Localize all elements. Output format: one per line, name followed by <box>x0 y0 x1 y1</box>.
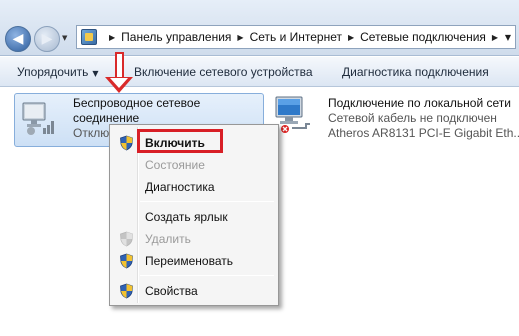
menu-item-rename-label: Переименовать <box>145 254 233 268</box>
uac-shield-icon <box>120 135 133 151</box>
control-panel-icon <box>81 29 97 45</box>
enable-device-button[interactable]: Включение сетевого устройства <box>134 65 313 79</box>
menu-separator <box>140 201 274 202</box>
wireless-connection-title-line2: соединение <box>73 111 140 125</box>
menu-item-status-label: Состояние <box>145 158 205 172</box>
back-button[interactable]: ◀ <box>5 26 31 52</box>
diagnose-connection-button[interactable]: Диагностика подключения <box>342 65 489 79</box>
lan-connection-item[interactable]: Подключение по локальной сети Сетевой ка… <box>270 93 519 149</box>
recent-pages-dropdown[interactable]: ▼ <box>62 34 72 44</box>
lan-connection-status: Сетевой кабель не подключен <box>328 111 497 125</box>
chevron-down-icon: ▼ <box>62 34 68 42</box>
wireless-network-adapter-icon <box>22 102 54 135</box>
uac-shield-icon <box>120 283 133 299</box>
organize-label: Упорядочить <box>17 65 89 79</box>
breadcrumb-separator-icon[interactable]: ▶ <box>237 33 243 42</box>
menu-item-delete-label: Удалить <box>145 232 191 246</box>
menu-item-properties-label: Свойства <box>145 284 198 298</box>
address-bar[interactable]: ▶ Панель управления ▶ Сеть и Интернет ▶ … <box>76 25 516 49</box>
uac-shield-icon <box>120 231 133 247</box>
menu-item-properties[interactable]: Свойства <box>112 280 276 302</box>
uac-shield-icon <box>120 253 133 269</box>
lan-connection-title: Подключение по локальной сети <box>328 96 511 110</box>
enable-device-label: Включение сетевого устройства <box>134 65 313 79</box>
command-bar: Упорядочить ▼ Включение сетевого устройст… <box>0 57 519 87</box>
menu-separator <box>140 275 274 276</box>
menu-item-diagnostics-label: Диагностика <box>145 180 215 194</box>
menu-item-rename[interactable]: Переименовать <box>112 250 276 272</box>
chevron-down-icon: ▼ <box>92 69 99 78</box>
red-arrow-shaft <box>115 52 124 79</box>
menu-item-status[interactable]: Состояние <box>112 154 276 176</box>
back-arrow-icon: ◀ <box>12 31 24 47</box>
red-arrow-head-inner <box>110 78 128 88</box>
address-history-dropdown-icon[interactable]: ▼ <box>505 33 511 42</box>
breadcrumb-separator-icon[interactable]: ▶ <box>492 33 498 42</box>
navigation-bar: ◀ ▶ ▼ ▶ Панель управления ▶ Сеть и Интер… <box>0 0 519 56</box>
breadcrumb-network-connections[interactable]: Сетевые подключения <box>360 30 486 44</box>
forward-button[interactable]: ▶ <box>34 26 60 52</box>
lan-connection-adapter: Atheros AR8131 PCI-E Gigabit Eth... <box>328 126 519 140</box>
organize-button[interactable]: Упорядочить ▼ <box>17 65 99 79</box>
forward-arrow-icon: ▶ <box>41 31 53 47</box>
menu-item-create-shortcut[interactable]: Создать ярлык <box>112 206 276 228</box>
breadcrumb-separator-icon[interactable]: ▶ <box>109 33 115 42</box>
menu-item-create-shortcut-label: Создать ярлык <box>145 210 228 224</box>
breadcrumb-separator-icon[interactable]: ▶ <box>348 33 354 42</box>
breadcrumb-control-panel[interactable]: Панель управления <box>121 30 231 44</box>
wireless-connection-title-line1: Беспроводное сетевое <box>73 96 201 110</box>
menu-item-diagnostics[interactable]: Диагностика <box>112 176 276 198</box>
annotation-highlight-box <box>137 129 223 153</box>
menu-item-delete[interactable]: Удалить <box>112 228 276 250</box>
breadcrumb-network-internet[interactable]: Сеть и Интернет <box>250 30 342 44</box>
diagnose-connection-label: Диагностика подключения <box>342 65 489 79</box>
